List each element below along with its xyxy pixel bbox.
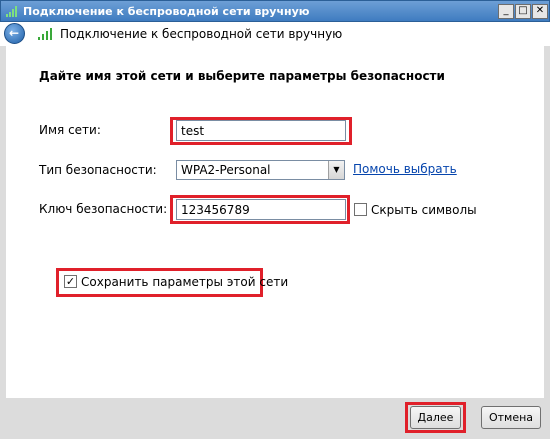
security-key-input[interactable]	[176, 199, 346, 220]
security-key-label: Ключ безопасности:	[39, 202, 168, 216]
chevron-down-icon[interactable]: ▼	[328, 161, 344, 179]
maximize-button[interactable]: □	[515, 4, 531, 19]
wireless-signal-icon	[38, 28, 52, 40]
hide-chars-label: Скрыть символы	[371, 203, 477, 217]
window-titlebar: Подключение к беспроводной сети вручную …	[0, 0, 550, 22]
close-button[interactable]: ✕	[532, 4, 548, 19]
hide-chars-checkbox[interactable]	[354, 203, 367, 216]
save-settings-checkbox[interactable]: ✓	[64, 275, 77, 288]
save-settings-label: Сохранить параметры этой сети	[81, 275, 289, 289]
network-name-label: Имя сети:	[39, 123, 101, 137]
security-type-label: Тип безопасности:	[39, 163, 157, 177]
network-name-input[interactable]	[176, 120, 346, 141]
next-button[interactable]: Далее	[410, 406, 461, 429]
security-type-select[interactable]: WPA2-Personal ▼	[176, 160, 345, 180]
window-title: Подключение к беспроводной сети вручную	[23, 5, 310, 18]
security-type-value: WPA2-Personal	[181, 163, 271, 177]
help-choose-link[interactable]: Помочь выбрать	[353, 162, 457, 176]
minimize-button[interactable]: _	[498, 4, 514, 19]
cancel-button[interactable]: Отмена	[481, 406, 541, 429]
back-button[interactable]: ←	[4, 23, 25, 44]
back-arrow-icon: ←	[9, 26, 20, 40]
wireless-signal-icon	[6, 6, 17, 17]
form-heading: Дайте имя этой сети и выберите параметры…	[39, 69, 445, 83]
page-title: Подключение к беспроводной сети вручную	[60, 27, 343, 41]
